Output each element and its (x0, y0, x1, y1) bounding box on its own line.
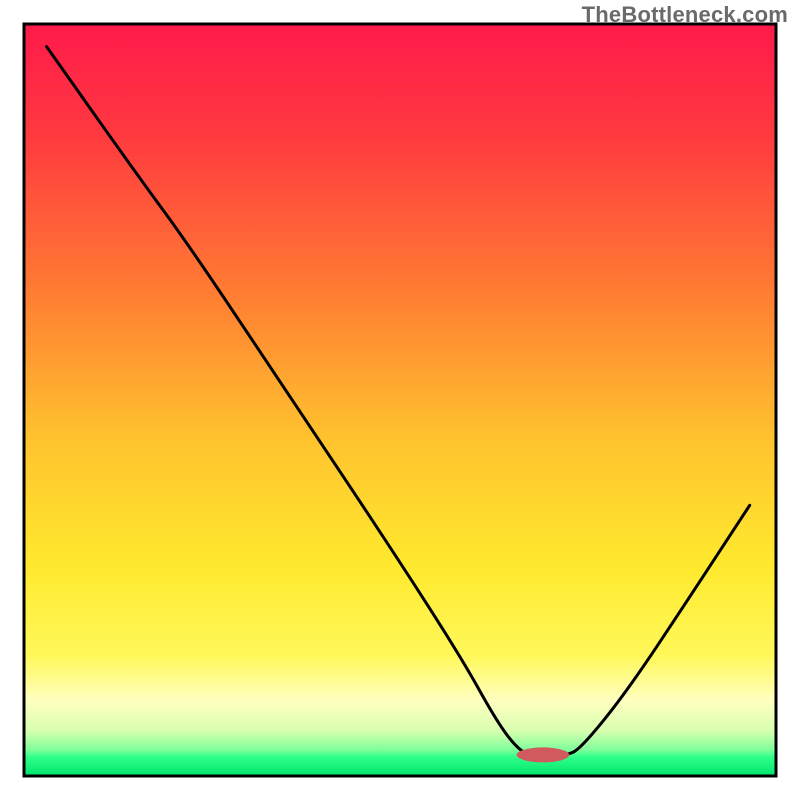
bottleneck-chart: TheBottleneck.com (0, 0, 800, 800)
plot-background (24, 24, 776, 776)
watermark-text: TheBottleneck.com (582, 2, 788, 28)
chart-svg (0, 0, 800, 800)
optimum-marker (517, 747, 570, 762)
